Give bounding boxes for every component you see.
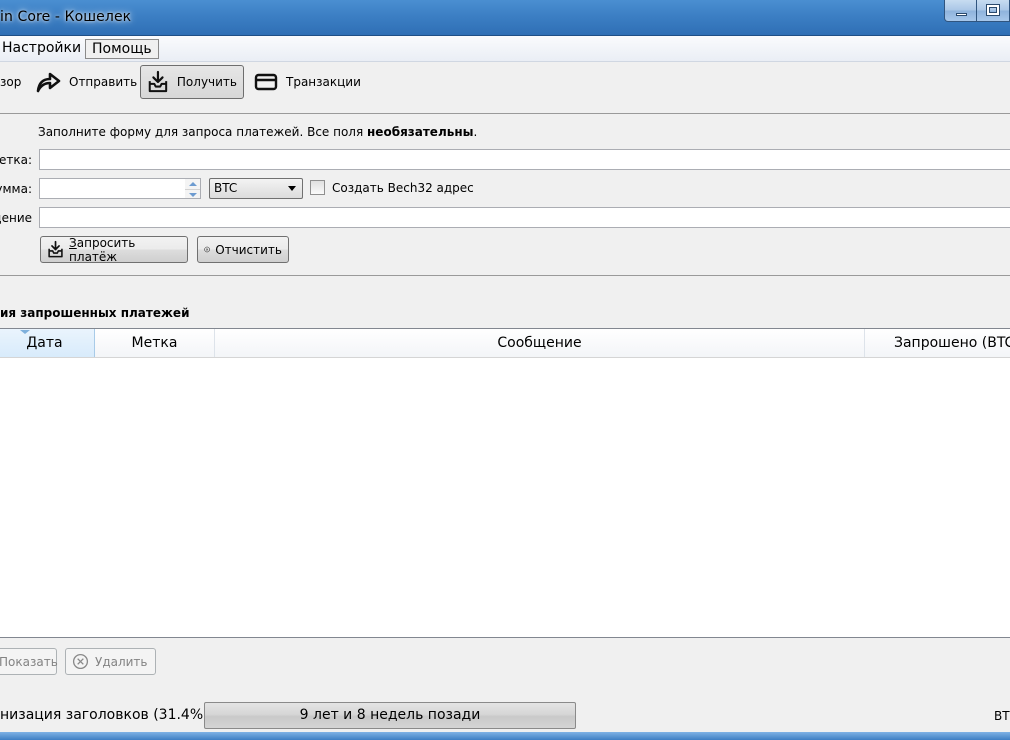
- menu-help[interactable]: Помощь: [85, 39, 159, 59]
- remove-x-circle-icon: [72, 653, 89, 670]
- request-payment-button[interactable]: Запросить платёж: [40, 235, 188, 264]
- form-divider: [0, 275, 1010, 276]
- spin-down-icon[interactable]: [185, 189, 200, 199]
- remove-button[interactable]: Удалить: [65, 648, 156, 675]
- send-tab[interactable]: Отправить: [29, 65, 143, 99]
- send-arrow-icon: [36, 72, 61, 93]
- label-input[interactable]: [39, 149, 1010, 170]
- column-label[interactable]: Метка: [95, 329, 215, 357]
- title-bar: in Core - Кошелек: [0, 0, 1010, 36]
- menu-bar: Настройки Помощь: [0, 36, 1010, 62]
- minimize-button[interactable]: [944, 0, 977, 22]
- receive-label: Получить: [176, 75, 237, 89]
- status-unit[interactable]: BT: [994, 709, 1010, 723]
- amount-stepper[interactable]: [185, 178, 201, 199]
- receive-inbox-icon: [48, 240, 63, 258]
- window-controls: [944, 0, 1010, 22]
- unit-select[interactable]: BTC: [209, 178, 303, 199]
- menu-settings[interactable]: Настройки: [0, 39, 87, 59]
- show-button[interactable]: Показать: [0, 648, 58, 675]
- form-intro: Заполните форму для запроса платежей. Вс…: [38, 125, 478, 139]
- clear-button-label: Отчистить: [215, 242, 282, 257]
- credit-card-icon: [254, 73, 278, 91]
- message-input[interactable]: [39, 207, 1010, 228]
- label-field-label: етка:: [0, 153, 32, 167]
- window-bottom-border: [0, 732, 1010, 740]
- clear-button[interactable]: Отчистить: [197, 236, 289, 263]
- request-payment-label: Запросить платёж: [69, 235, 136, 264]
- main-toolbar: зор Отправить Получить Транзакции: [0, 62, 1010, 102]
- amount-input[interactable]: [39, 178, 186, 199]
- requested-payments-table[interactable]: Дата Метка Сообщение Запрошено (BTC: [0, 328, 1010, 638]
- bech32-checkbox[interactable]: [310, 180, 325, 195]
- sort-indicator-icon: [20, 330, 30, 334]
- message-field-label: щение: [0, 211, 32, 225]
- chevron-down-icon: [288, 186, 296, 191]
- receive-tab[interactable]: Получить: [140, 65, 244, 99]
- spin-up-icon[interactable]: [185, 179, 200, 189]
- overview-tab[interactable]: зор: [0, 65, 27, 99]
- column-message[interactable]: Сообщение: [215, 329, 865, 357]
- sync-progress-bar: 9 лет и 8 недель позади: [204, 702, 576, 729]
- send-label: Отправить: [69, 75, 138, 89]
- show-button-label: Показать: [0, 654, 58, 669]
- amount-field-label: умма:: [0, 182, 32, 196]
- overview-label: зор: [0, 75, 22, 89]
- transactions-tab[interactable]: Транзакции: [248, 65, 367, 99]
- transactions-label: Транзакции: [286, 75, 361, 89]
- maximize-button[interactable]: [977, 0, 1010, 22]
- window-title: in Core - Кошелек: [0, 9, 132, 25]
- form-intro-bold: необязательны: [367, 125, 474, 139]
- unit-select-value: BTC: [214, 181, 238, 195]
- remove-button-label: Удалить: [95, 654, 148, 669]
- bech32-checkbox-label[interactable]: Создать Bech32 адрес: [332, 181, 474, 195]
- minimize-icon: [956, 13, 967, 16]
- history-title: ия запрошенных платежей: [0, 306, 190, 320]
- table-header: Дата Метка Сообщение Запрошено (BTC: [0, 329, 1010, 358]
- clear-x-circle-icon: [204, 246, 210, 253]
- column-requested-amount[interactable]: Запрошено (BTC: [865, 329, 1010, 357]
- column-date[interactable]: Дата: [0, 329, 95, 357]
- sync-status-text: низация заголовков (31.4%)...: [0, 707, 222, 723]
- toolbar-divider: [0, 113, 1010, 114]
- restore-icon: [987, 5, 999, 15]
- receive-inbox-icon: [148, 70, 168, 93]
